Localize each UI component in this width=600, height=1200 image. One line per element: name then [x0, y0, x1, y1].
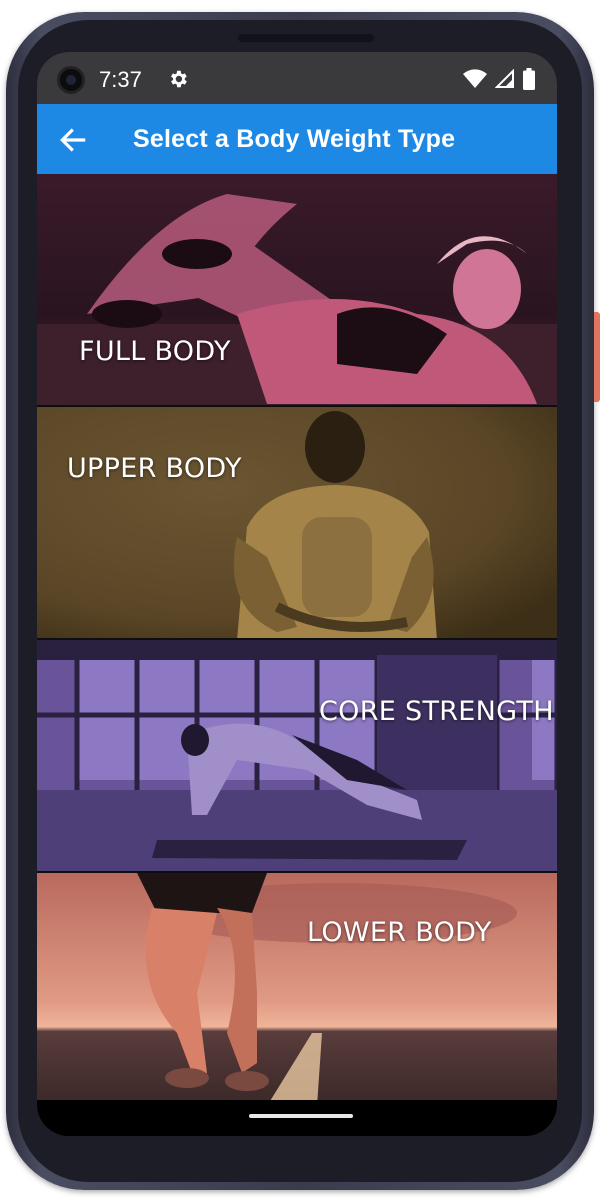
phone-screen: 7:37 Select a Body Weight Type FULL BODY… [37, 52, 557, 1136]
speaker-grille [238, 34, 374, 42]
core-strength-photo [37, 640, 557, 871]
status-time: 7:37 [99, 67, 142, 92]
full-body-photo [37, 174, 557, 405]
category-label: FULL BODY [79, 336, 231, 367]
category-card-lower-body[interactable]: LOWER BODY [37, 873, 557, 1106]
category-label: CORE STRENGTH [319, 696, 554, 727]
side-button [594, 312, 600, 402]
signal-icon [495, 69, 514, 88]
category-label: LOWER BODY [307, 917, 492, 948]
front-camera [57, 66, 85, 94]
navigation-bar [37, 1100, 557, 1136]
gear-icon [171, 70, 187, 88]
upper-body-photo [37, 407, 557, 638]
app-bar: Select a Body Weight Type [37, 104, 557, 174]
body-type-list: FULL BODY UPPER BODY CORE STRENGTH LOWER… [37, 174, 557, 1106]
category-card-core-strength[interactable]: CORE STRENGTH [37, 640, 557, 873]
status-icons [463, 68, 535, 90]
category-label: UPPER BODY [67, 453, 242, 484]
home-indicator[interactable] [249, 1114, 353, 1118]
page-title: Select a Body Weight Type [133, 125, 456, 153]
battery-icon [523, 68, 535, 90]
category-card-full-body[interactable]: FULL BODY [37, 174, 557, 407]
category-card-upper-body[interactable]: UPPER BODY [37, 407, 557, 640]
lower-body-photo [37, 873, 557, 1104]
arrow-left-icon[interactable] [57, 124, 89, 156]
wifi-icon [463, 69, 487, 88]
status-bar: 7:37 [37, 52, 557, 104]
